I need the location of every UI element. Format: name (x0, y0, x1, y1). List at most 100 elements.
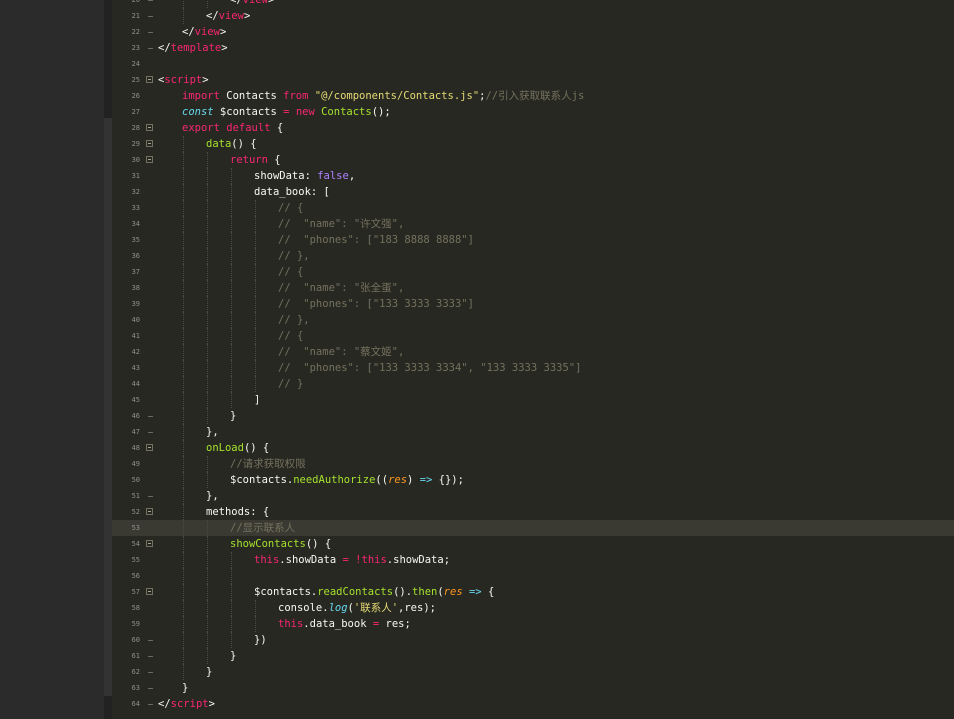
code-line[interactable]: 41 // { (112, 328, 954, 344)
code-token: // "name": "张全蛋", (278, 282, 405, 294)
code-line[interactable]: 22 </view> (112, 24, 954, 40)
code-line[interactable]: 55 this.showData = !this.showData; (112, 552, 954, 568)
indent-guide (207, 472, 208, 488)
code-token: false (317, 170, 349, 182)
sidebar-scroll-track[interactable] (104, 118, 112, 696)
code-line[interactable]: 62} (112, 664, 954, 680)
code-line[interactable]: 47}, (112, 424, 954, 440)
code-line[interactable]: 33 // { (112, 200, 954, 216)
code-line[interactable]: 58 console.log('联系人',res); (112, 600, 954, 616)
code-line[interactable]: 36 // }, (112, 248, 954, 264)
code-token: readContacts (317, 586, 394, 598)
code-line[interactable]: 49 //请求获取权限 (112, 456, 954, 472)
code-line[interactable]: 24 (112, 56, 954, 72)
code-text: // }, (278, 248, 310, 264)
line-number: 54 (131, 540, 140, 548)
code-line[interactable]: 54 showContacts() { (112, 536, 954, 552)
code-line[interactable]: 48 onLoad() { (112, 440, 954, 456)
code-line[interactable]: 42 // "name": "蔡文姬", (112, 344, 954, 360)
code-line[interactable]: 27 const $contacts = new Contacts(); (112, 104, 954, 120)
code-token: const (182, 106, 214, 118)
code-text: //请求获取权限 (230, 456, 306, 472)
code-line[interactable]: 40 // }, (112, 312, 954, 328)
line-number: 62 (131, 668, 140, 676)
code-token: // "phones": ["133 3333 3333"] (278, 298, 474, 310)
fold-toggle-icon[interactable] (146, 588, 153, 595)
indent-guide (255, 296, 256, 312)
indent-guide (207, 168, 208, 184)
code-text: </template> (158, 40, 228, 56)
indent-guide (255, 376, 256, 392)
code-line[interactable]: 31 showData: false, (112, 168, 954, 184)
code-line[interactable]: 29 data() { (112, 136, 954, 152)
code-token: }) (254, 634, 267, 646)
code-line[interactable]: 32 data_book: [ (112, 184, 954, 200)
code-text: } (182, 680, 188, 696)
fold-toggle-icon[interactable] (146, 76, 153, 83)
code-line[interactable]: 25 <script> (112, 72, 954, 88)
code-token: </ (230, 0, 243, 6)
indent-guide (231, 216, 232, 232)
code-line[interactable]: 52 methods: { (112, 504, 954, 520)
code-token: showContacts (230, 538, 306, 550)
code-line[interactable]: 23 </template> (112, 40, 954, 56)
indent-guide (231, 616, 232, 632)
code-line[interactable]: 39 // "phones": ["133 3333 3333"] (112, 296, 954, 312)
code-line[interactable]: 53 //显示联系人 (112, 520, 954, 536)
code-line[interactable]: 60}) (112, 632, 954, 648)
line-number: 21 (131, 12, 140, 20)
indent-guide (183, 600, 184, 616)
code-line[interactable]: 57 $contacts.readContacts().then(res => { (112, 584, 954, 600)
code-line[interactable]: 28 export default { (112, 120, 954, 136)
code-line[interactable]: 50 $contacts.needAuthorize((res) => {}); (112, 472, 954, 488)
indent-guide (231, 552, 232, 568)
code-line[interactable]: 21 </view> (112, 8, 954, 24)
code-line[interactable]: 46} (112, 408, 954, 424)
code-line[interactable]: 64 </script> (112, 696, 954, 712)
code-text: console.log('联系人',res); (278, 600, 436, 616)
fold-toggle-icon[interactable] (146, 508, 153, 515)
code-line[interactable]: 45] (112, 392, 954, 408)
line-number: 28 (131, 124, 140, 132)
indent-guide (207, 0, 208, 8)
code-line[interactable]: 43 // "phones": ["133 3333 3334", "133 33… (112, 360, 954, 376)
code-token: () { (231, 138, 257, 150)
indent-guide (183, 136, 184, 152)
line-number: 63 (131, 684, 140, 692)
code-token: this (254, 554, 280, 566)
code-line[interactable]: 35 // "phones": ["183 8888 8888"] (112, 232, 954, 248)
file-sidebar[interactable] (0, 0, 104, 719)
indent-guide (231, 344, 232, 360)
fold-toggle-icon[interactable] (146, 540, 153, 547)
code-line[interactable]: 63} (112, 680, 954, 696)
code-text: data() { (206, 136, 257, 152)
code-line[interactable]: 56 (112, 568, 954, 584)
fold-toggle-icon[interactable] (146, 444, 153, 451)
code-line[interactable]: 34 // "name": "许文强", (112, 216, 954, 232)
fold-toggle-icon[interactable] (146, 156, 153, 163)
code-line[interactable]: 51}, (112, 488, 954, 504)
fold-toggle-icon[interactable] (146, 124, 153, 131)
fold-toggle-icon[interactable] (146, 140, 153, 147)
fold-end-marker-icon (148, 0, 153, 1)
code-text: }) (254, 632, 267, 648)
code-text: return { (230, 152, 281, 168)
code-line[interactable]: 61} (112, 648, 954, 664)
code-line[interactable]: 30 return { (112, 152, 954, 168)
code-line[interactable]: 37 // { (112, 264, 954, 280)
indent-guide (255, 232, 256, 248)
code-token: .showData (279, 554, 343, 566)
indent-guide (255, 616, 256, 632)
code-line[interactable]: 20 </view> (112, 0, 954, 8)
code-line[interactable]: 44 // } (112, 376, 954, 392)
code-line[interactable]: 26 import Contacts from "@/components/Con… (112, 88, 954, 104)
indent-guide (207, 408, 208, 424)
code-text: export default { (182, 120, 283, 136)
code-text: showContacts() { (230, 536, 331, 552)
line-number: 23 (131, 44, 140, 52)
indent-guide (255, 216, 256, 232)
code-line[interactable]: 38 // "name": "张全蛋", (112, 280, 954, 296)
code-line[interactable]: 59 this.data_book = res; (112, 616, 954, 632)
indent-guide (207, 456, 208, 472)
code-token: then (412, 586, 438, 598)
